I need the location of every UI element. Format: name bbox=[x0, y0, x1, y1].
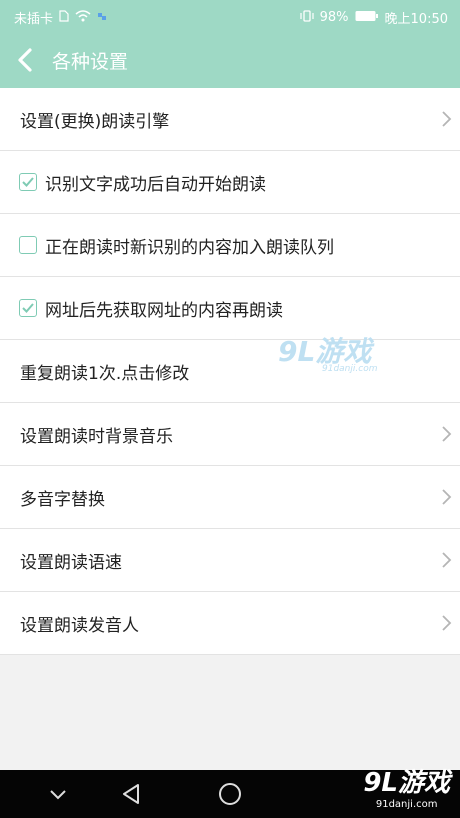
chevron-left-icon bbox=[18, 48, 32, 72]
notification-icon bbox=[97, 10, 107, 25]
setting-polyphone[interactable]: 多音字替换 bbox=[0, 466, 460, 529]
status-left: 未插卡 bbox=[14, 8, 107, 27]
setting-label: 网址后先获取网址的内容再朗读 bbox=[45, 300, 283, 321]
setting-label: 设置(更换)朗读引擎 bbox=[20, 111, 170, 132]
app-bar: 各种设置 bbox=[0, 32, 460, 88]
setting-voice[interactable]: 设置朗读发音人 bbox=[0, 592, 460, 655]
back-triangle-icon bbox=[123, 784, 139, 804]
chevron-right-icon bbox=[442, 111, 452, 127]
setting-label: 设置朗读时背景音乐 bbox=[20, 426, 173, 447]
setting-auto-read[interactable]: 识别文字成功后自动开始朗读 bbox=[0, 151, 460, 214]
status-bar: 未插卡 98% 晚上10:50 bbox=[0, 0, 460, 32]
carrier-text: 未插卡 bbox=[14, 12, 54, 27]
setting-label: 重复朗读1次.点击修改 bbox=[20, 363, 190, 384]
chevron-right-icon bbox=[442, 426, 452, 442]
corner-logo-brand: 9L游戏 bbox=[363, 768, 450, 798]
chevron-right-icon bbox=[442, 489, 452, 505]
setting-queue-read[interactable]: 正在朗读时新识别的内容加入朗读队列 bbox=[0, 214, 460, 277]
setting-label: 识别文字成功后自动开始朗读 bbox=[45, 174, 266, 195]
setting-speed[interactable]: 设置朗读语速 bbox=[0, 529, 460, 592]
vibrate-icon bbox=[300, 9, 314, 26]
setting-fetch-url[interactable]: 网址后先获取网址的内容再朗读 bbox=[0, 277, 460, 340]
chevron-right-icon bbox=[442, 552, 452, 568]
clock-text: 晚上10:50 bbox=[384, 12, 448, 27]
corner-logo: 9L游戏 91danji.com bbox=[363, 762, 450, 810]
setting-label: 多音字替换 bbox=[20, 489, 105, 510]
page-title: 各种设置 bbox=[52, 51, 129, 73]
system-nav-bar: 9L游戏 91danji.com bbox=[0, 768, 460, 818]
battery-icon bbox=[355, 10, 379, 26]
checkbox-checked[interactable] bbox=[19, 173, 37, 191]
setting-bg-music[interactable]: 设置朗读时背景音乐 bbox=[0, 403, 460, 466]
checkbox-unchecked[interactable] bbox=[19, 236, 37, 254]
chevron-right-icon bbox=[442, 615, 452, 631]
corner-logo-domain: 91danji.com bbox=[375, 799, 438, 810]
nav-hide-button[interactable] bbox=[44, 782, 72, 806]
setting-label: 设置朗读语速 bbox=[20, 552, 122, 573]
back-button[interactable] bbox=[10, 42, 46, 78]
checkmark-icon bbox=[22, 177, 34, 187]
nav-home-button[interactable] bbox=[216, 782, 244, 806]
settings-list: 设置(更换)朗读引擎 识别文字成功后自动开始朗读 正在朗读时新识别的内容加入朗读… bbox=[0, 88, 460, 655]
home-circle-icon bbox=[219, 783, 241, 805]
checkbox-checked[interactable] bbox=[19, 299, 37, 317]
setting-tts-engine[interactable]: 设置(更换)朗读引擎 bbox=[0, 88, 460, 151]
checkmark-icon bbox=[22, 303, 34, 313]
setting-repeat-count[interactable]: 重复朗读1次.点击修改 bbox=[0, 340, 460, 403]
wifi-icon bbox=[75, 9, 91, 26]
setting-label: 正在朗读时新识别的内容加入朗读队列 bbox=[45, 237, 334, 258]
setting-label: 设置朗读发音人 bbox=[20, 615, 139, 636]
chevron-down-icon bbox=[50, 790, 66, 800]
sim-icon bbox=[59, 9, 69, 26]
battery-percent: 98% bbox=[319, 10, 349, 25]
status-right: 98% 晚上10:50 bbox=[300, 8, 448, 27]
nav-back-button[interactable] bbox=[118, 782, 146, 806]
